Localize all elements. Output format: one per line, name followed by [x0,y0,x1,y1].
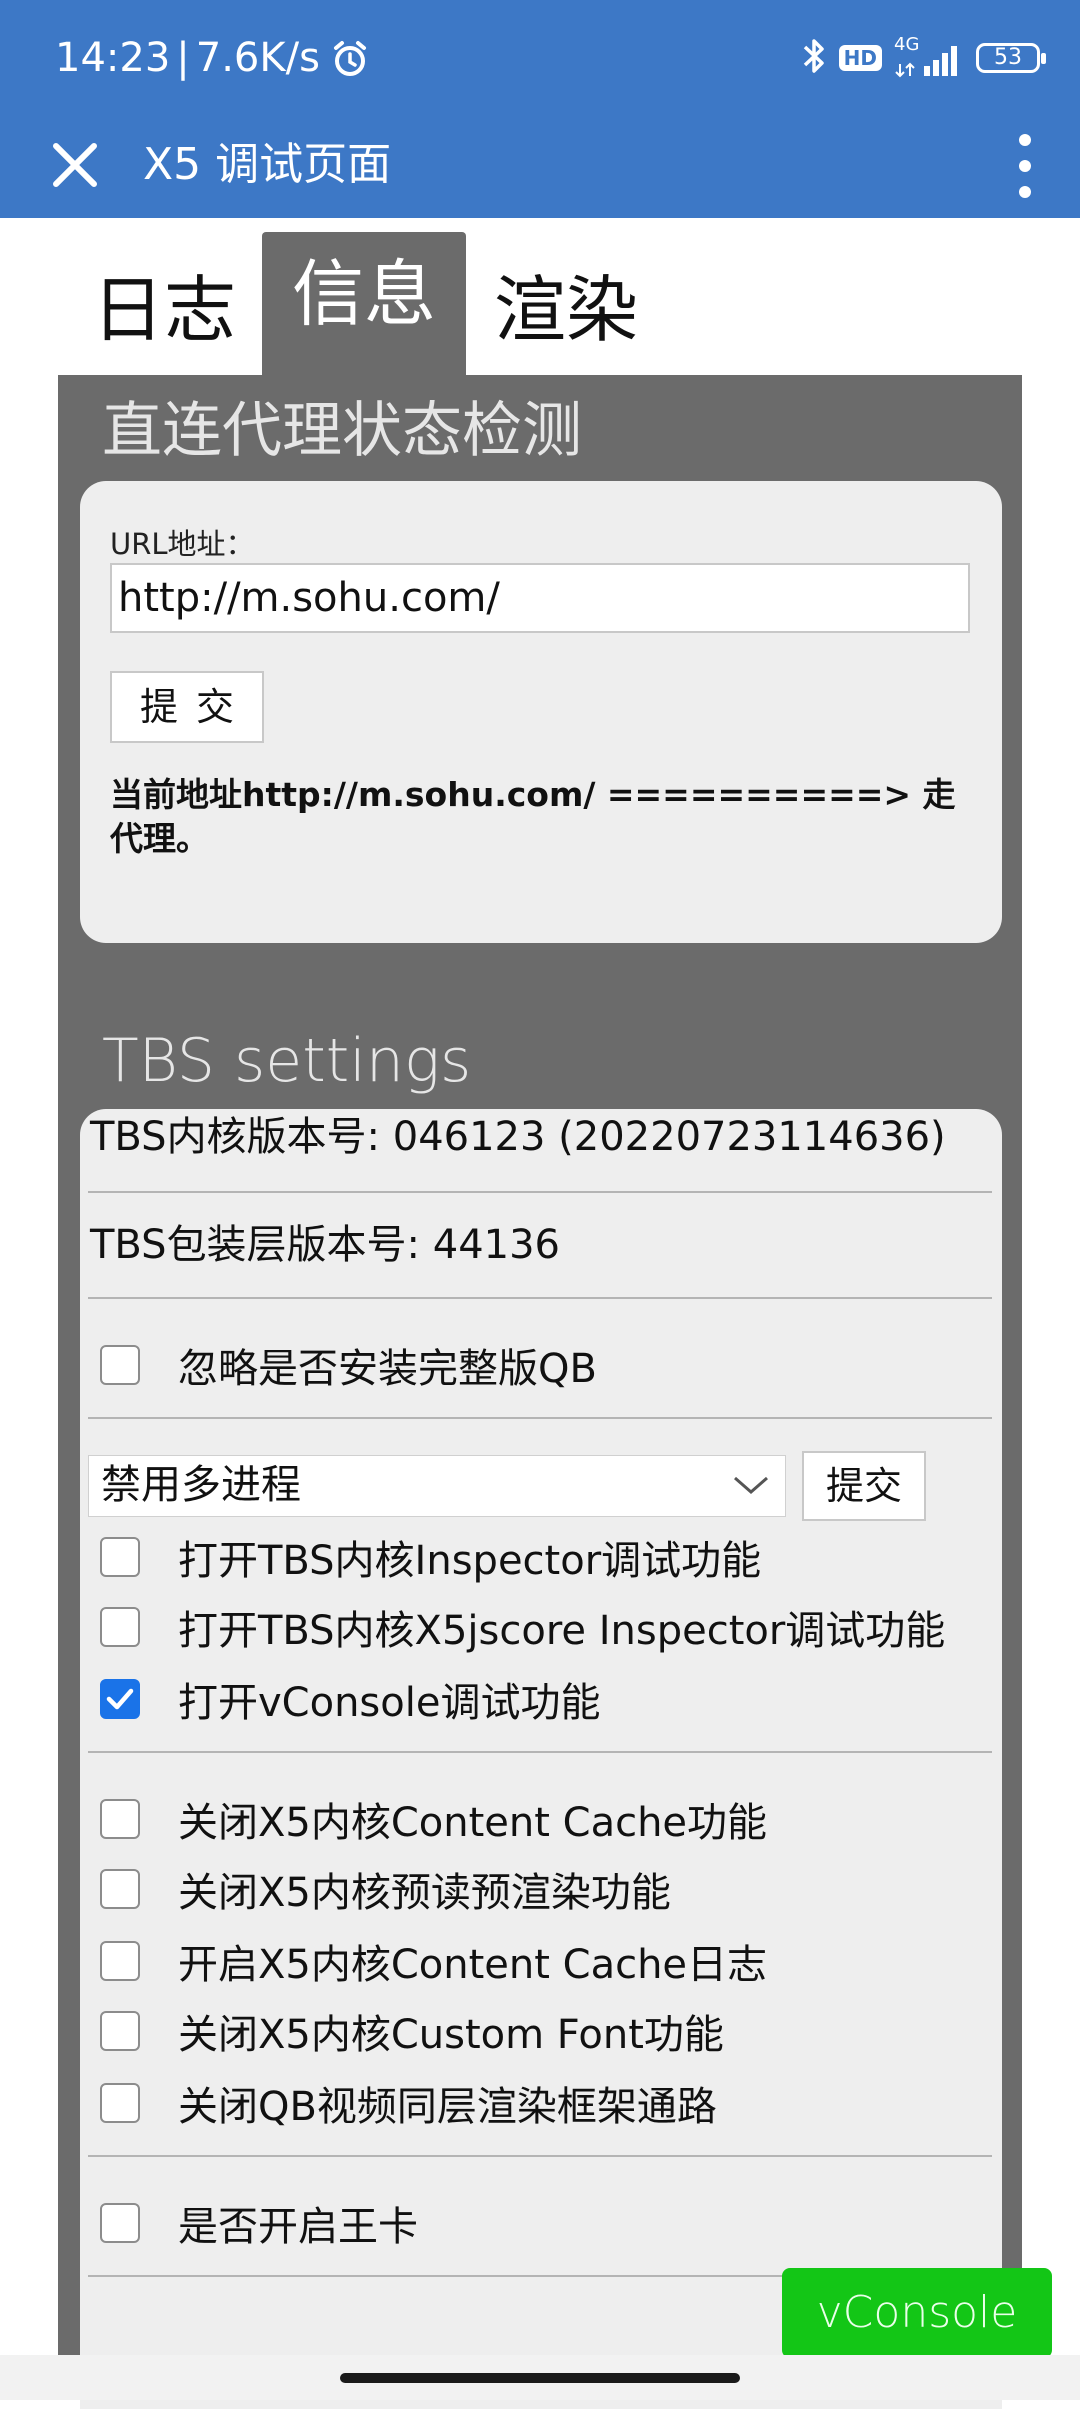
proxy-result: 当前地址http://m.sohu.com/ ==========> 走代理。 [110,775,956,858]
more-vert-icon [1019,134,1031,198]
page-title: X5 调试页面 [143,139,392,190]
option-label: 关闭X5内核Content Cache功能 [178,1800,768,1846]
vconsole-button[interactable]: vConsole [782,2268,1052,2358]
option-label: 关闭X5内核Custom Font功能 [178,2012,724,2058]
tab-render[interactable]: 渲染 [494,262,638,358]
multiprocess-submit-button[interactable]: 提交 [802,1451,926,1521]
multiprocess-select[interactable]: 禁用多进程 [88,1455,786,1517]
preload-option[interactable]: 关闭X5内核预读预渲染功能 [100,1861,671,1917]
jscore-inspector-option[interactable]: 打开TBS内核X5jscore Inspector调试功能 [100,1599,945,1655]
content-cache-option[interactable]: 关闭X5内核Content Cache功能 [100,1791,767,1847]
option-label: 关闭X5内核预读预渲染功能 [178,1870,671,1916]
inspector-option[interactable]: 打开TBS内核Inspector调试功能 [100,1529,761,1585]
select-value: 禁用多进程 [101,1462,301,1508]
app-bar: 14:23 | 7.6K/s HD 4G 53 X5 调试页面 [0,0,1080,218]
checkbox[interactable] [100,1537,140,1577]
video-render-option[interactable]: 关闭QB视频同层渲染框架通路 [100,2075,717,2131]
cache-log-option[interactable]: 开启X5内核Content Cache日志 [100,1933,767,1989]
url-input[interactable]: http://m.sohu.com/ [110,563,970,633]
status-left: 14:23 | 7.6K/s [55,30,370,86]
check-icon [106,1688,134,1710]
toolbar: X5 调试页面 [0,112,1080,218]
hd-badge: HD [838,45,882,71]
kernel-version: TBS内核版本号: 046123 (20220723114636) [90,1114,946,1160]
clock: 14:23 [55,35,171,81]
network-speed: 7.6K/s [195,35,320,81]
divider [88,1191,992,1193]
option-label: 开启X5内核Content Cache日志 [178,1942,768,1988]
option-label: 打开vConsole调试功能 [178,1680,601,1726]
tbs-card: TBS内核版本号: 046123 (20220723114636) TBS包装层… [80,1109,1002,2409]
king-card-option[interactable]: 是否开启王卡 [100,2195,418,2251]
option-label: 忽略是否安装完整版QB [178,1346,597,1392]
tab-bar: 日志 信息 渲染 [0,218,1080,376]
vconsole-option[interactable]: 打开vConsole调试功能 [100,1671,600,1727]
divider [88,1417,992,1419]
wrapper-version: TBS包装层版本号: 44136 [90,1222,560,1268]
ignore-qb-option[interactable]: 忽略是否安装完整版QB [100,1337,597,1393]
option-label: 是否开启王卡 [178,2204,418,2250]
divider [88,1751,992,1753]
more-options-button[interactable] [990,126,1060,206]
checkbox[interactable] [100,1869,140,1909]
close-button[interactable] [40,130,110,200]
alarm-icon [330,38,370,78]
option-label: 打开TBS内核X5jscore Inspector调试功能 [178,1608,946,1654]
checkbox[interactable] [100,2011,140,2051]
checkbox[interactable] [100,2083,140,2123]
checkbox[interactable] [100,1345,140,1385]
proxy-section-title: 直连代理状态检测 [102,396,582,466]
divider [88,1297,992,1299]
checkbox[interactable] [100,2203,140,2243]
signal-icon: 4G [894,34,964,78]
tab-log[interactable]: 日志 [92,262,236,358]
chevron-down-icon [734,1476,768,1494]
info-panel: 直连代理状态检测 URL地址： http://m.sohu.com/ 提交 当前… [58,375,1022,2409]
close-icon [53,143,97,187]
checkbox[interactable] [100,1941,140,1981]
custom-font-option[interactable]: 关闭X5内核Custom Font功能 [100,2003,724,2059]
tbs-section-title: TBS settings [102,1026,472,1096]
checkbox-checked[interactable] [100,1679,140,1719]
status-bar: 14:23 | 7.6K/s HD 4G 53 [0,0,1080,112]
url-label: URL地址： [110,527,255,561]
checkbox[interactable] [100,1607,140,1647]
status-divider: | [176,35,190,81]
navigation-bar [0,2355,1080,2400]
divider [88,2155,992,2157]
option-label: 关闭QB视频同层渲染框架通路 [178,2084,717,2130]
checkbox[interactable] [100,1799,140,1839]
proxy-submit-button[interactable]: 提交 [110,671,264,743]
proxy-card: URL地址： http://m.sohu.com/ 提交 当前地址http://… [80,481,1002,943]
tab-info[interactable]: 信息 [262,232,466,376]
bluetooth-icon [801,36,827,80]
battery-indicator: 53 [976,43,1046,73]
option-label: 打开TBS内核Inspector调试功能 [178,1538,762,1584]
status-right: HD 4G 53 [801,34,1046,82]
gesture-handle[interactable] [340,2373,740,2383]
